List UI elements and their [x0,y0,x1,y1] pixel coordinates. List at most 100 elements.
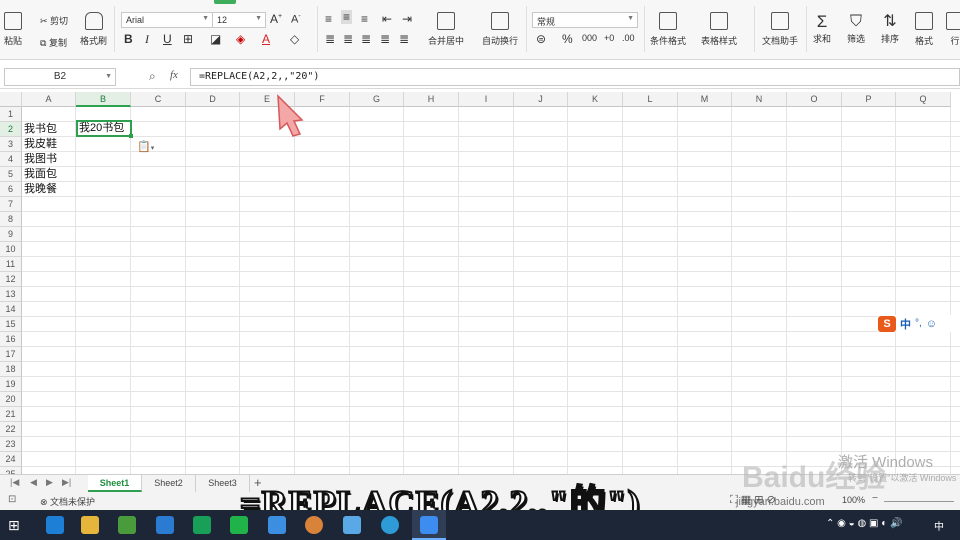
currency-icon[interactable]: ⊜ [536,32,546,46]
spreadsheet-grid[interactable]: ABCDEFGHIJKLMNOPQ 1 2 3 4 5 6 7 8 9 10 11 12 13 14 15 1… [0,92,960,474]
row-header-14[interactable]: 14 [0,302,22,317]
column-header-n[interactable]: N [732,92,787,107]
row-header-13[interactable]: 13 [0,287,22,302]
first-sheet-icon[interactable]: |◀ [10,477,19,488]
row-header-9[interactable]: 9 [0,227,22,242]
row-header-10[interactable]: 10 [0,242,22,257]
row-header-19[interactable]: 19 [0,377,22,392]
bucket-icon[interactable]: ◈ [236,32,245,46]
baidu-netdisk-icon[interactable] [381,516,399,534]
column-header-j[interactable]: J [514,92,568,107]
column-header-q[interactable]: Q [896,92,951,107]
cell-a3[interactable]: 我皮鞋 [22,137,57,152]
italic-button[interactable]: I [145,32,149,47]
column-header-a[interactable]: A [22,92,76,107]
border-icon[interactable]: ⊞ [183,32,193,46]
macro-icon[interactable]: ⊡ [8,494,16,505]
row-header-21[interactable]: 21 [0,407,22,422]
sort-button[interactable]: ⇅ 排序 [881,12,899,45]
filter-button[interactable]: ⛉ 筛选 [847,12,865,45]
edge-icon[interactable] [46,516,64,534]
row-header-6[interactable]: 6 [0,182,22,197]
font-size-select[interactable]: 12 ▼ [212,12,266,28]
wps-taskbar-item[interactable] [412,510,446,540]
decrease-font-icon[interactable]: A- [291,13,301,26]
eraser-icon[interactable]: ◇ [290,32,299,46]
merge-center-button[interactable]: 合并居中 [428,12,464,47]
row-header-8[interactable]: 8 [0,212,22,227]
align-bottom-icon[interactable]: ≡ [361,12,368,26]
windows-start-icon[interactable]: ⊞ [8,517,20,534]
doc-assistant-button[interactable]: 文档助手 [762,12,798,47]
prev-sheet-icon[interactable]: ◀ [30,477,37,488]
align-right-icon[interactable]: ≣ [361,32,371,46]
number-format-select[interactable]: 常规 ▼ [532,12,638,28]
mail-icon[interactable] [156,516,174,534]
column-header-o[interactable]: O [787,92,842,107]
row-header-25[interactable]: 25 [0,467,22,474]
row-header-15[interactable]: 15 [0,317,22,332]
underline-button[interactable]: U [163,32,172,46]
decimal-increase-icon[interactable]: +0 [604,33,614,43]
row-header-7[interactable]: 7 [0,197,22,212]
conditional-format-button[interactable]: 条件格式 [650,12,686,47]
align-center-icon[interactable]: ≣ [343,32,353,46]
row-header-11[interactable]: 11 [0,257,22,272]
column-header-m[interactable]: M [678,92,732,107]
font-color-button[interactable]: A [262,32,270,46]
fill-handle[interactable] [129,134,133,138]
store-icon[interactable] [118,516,136,534]
font-name-select[interactable]: Arial ▼ [121,12,213,28]
next-sheet-icon[interactable]: ▶ [46,477,53,488]
wechat-icon[interactable] [230,516,248,534]
name-box[interactable]: B2 ▼ [4,68,116,86]
format-painter-button[interactable]: 格式刷 [80,12,107,47]
decimal-decrease-icon[interactable]: .00 [622,33,635,43]
zoom-level[interactable]: 100% [842,495,865,505]
row-header-24[interactable]: 24 [0,452,22,467]
formula-input[interactable]: =REPLACE(A2,2,,"20") [190,68,960,86]
row-header-22[interactable]: 22 [0,422,22,437]
row-header-17[interactable]: 17 [0,347,22,362]
copy-button[interactable]: ⧉ 复制 [40,36,67,49]
tray-icons[interactable]: ⌃ ◉ ◒ ◍ ▣ ◐ 🔊 [826,518,902,529]
indent-increase-icon[interactable]: ⇥ [402,12,412,26]
notes-icon[interactable] [343,516,361,534]
select-all-corner[interactable] [0,92,22,107]
column-header-k[interactable]: K [568,92,623,107]
column-header-d[interactable]: D [186,92,240,107]
sum-button[interactable]: Σ 求和 [813,12,831,45]
zoom-search-icon[interactable]: ⌕ [149,69,156,84]
row-header-1[interactable]: 1 [0,107,22,122]
percent-icon[interactable]: % [562,32,573,46]
file-explorer-icon[interactable] [81,516,99,534]
increase-font-icon[interactable]: A+ [270,12,282,26]
column-header-c[interactable]: C [131,92,186,107]
cell-a6[interactable]: 我晚餐 [22,182,57,197]
rows-cols-button[interactable]: 行 [946,12,960,47]
paste-button[interactable]: 粘贴 [4,12,22,47]
taskbar-ime[interactable]: 中 [934,518,944,533]
fx-button[interactable]: fx [170,69,178,81]
row-header-3[interactable]: 3 [0,137,22,152]
column-header-i[interactable]: I [459,92,514,107]
zoom-slider[interactable] [884,501,954,502]
protect-status[interactable]: ⊗ 文档未保护 [40,495,95,508]
row-header-5[interactable]: 5 [0,167,22,182]
row-header-23[interactable]: 23 [0,437,22,452]
cell-a5[interactable]: 我面包 [22,167,57,182]
row-header-18[interactable]: 18 [0,362,22,377]
thousands-icon[interactable]: 000 [582,33,597,43]
column-header-h[interactable]: H [404,92,459,107]
column-header-b[interactable]: B [76,92,131,107]
punctuation-icon[interactable]: °, [915,318,922,329]
distribute-icon[interactable]: ≣ [399,32,409,46]
row-header-12[interactable]: 12 [0,272,22,287]
row-header-16[interactable]: 16 [0,332,22,347]
column-header-p[interactable]: P [842,92,896,107]
cell-a2[interactable]: 我书包 [22,122,57,137]
wrap-text-button[interactable]: 自动换行 [482,12,518,47]
last-sheet-icon[interactable]: ▶| [62,477,71,488]
justify-icon[interactable]: ≣ [380,32,390,46]
align-left-icon[interactable]: ≣ [325,32,335,46]
